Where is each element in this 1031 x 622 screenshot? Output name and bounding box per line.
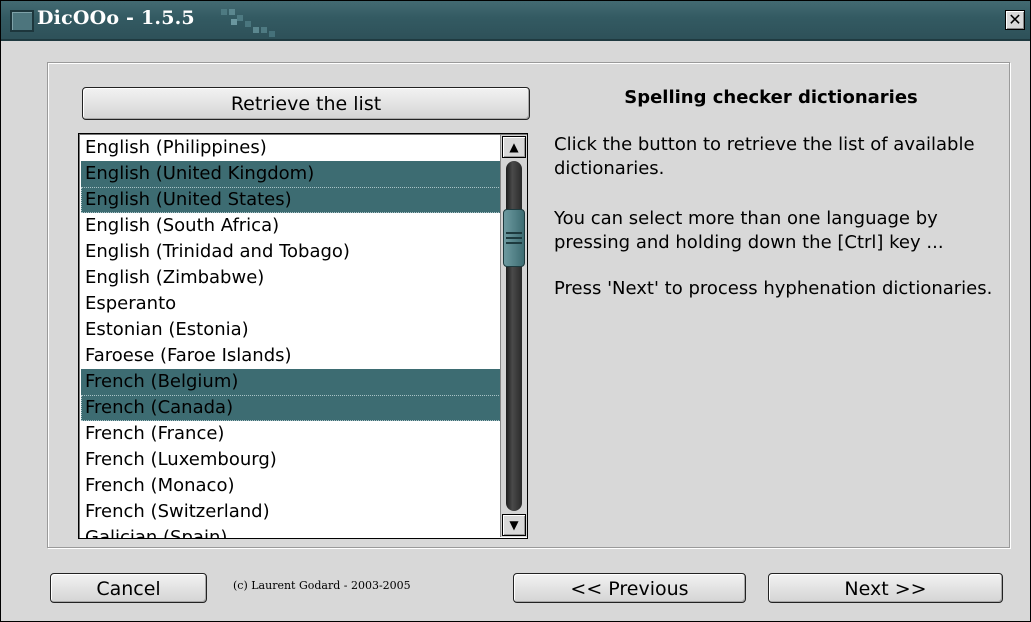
scroll-grip [506, 237, 522, 239]
list-item[interactable]: Estonian (Estonia) [81, 317, 501, 343]
list-item[interactable]: English (South Africa) [81, 213, 501, 239]
scroll-down-button[interactable]: ▼ [502, 514, 526, 536]
retrieve-list-button[interactable]: Retrieve the list [82, 87, 530, 120]
cancel-button[interactable]: Cancel [50, 573, 207, 603]
title-bar[interactable]: DicOOo - 1.5.5 ✕ [1, 1, 1030, 41]
scroll-grip [506, 242, 522, 244]
instruction-text: Press 'Next' to process hyphenation dict… [554, 278, 993, 299]
next-button[interactable]: Next >> [768, 573, 1003, 603]
close-button[interactable]: ✕ [1005, 10, 1025, 30]
window-menu-icon[interactable] [10, 10, 34, 32]
language-listbox[interactable]: English (Philippines) English (United Kin… [78, 133, 528, 539]
instruction-text: Click the button to retrieve the list of… [554, 134, 975, 179]
list-item[interactable]: French (Monaco) [81, 473, 501, 499]
window-title: DicOOo - 1.5.5 [37, 7, 195, 29]
list-item[interactable]: English (United States) [81, 187, 501, 213]
list-item[interactable]: English (United Kingdom) [81, 161, 501, 187]
previous-button[interactable]: << Previous [513, 573, 746, 603]
dicooo-window: DicOOo - 1.5.5 ✕ Retrieve the list Engli… [0, 0, 1031, 622]
list-item[interactable]: French (France) [81, 421, 501, 447]
list-item[interactable]: French (Canada) [81, 395, 501, 421]
language-list: English (Philippines) English (United Kin… [81, 135, 501, 538]
instruction-text: You can select more than one language by… [554, 208, 944, 253]
list-item[interactable]: Esperanto [81, 291, 501, 317]
list-item[interactable]: French (Switzerland) [81, 499, 501, 525]
section-heading: Spelling checker dictionaries [624, 87, 918, 108]
scroll-up-button[interactable]: ▲ [502, 136, 526, 158]
list-item[interactable]: Faroese (Faroe Islands) [81, 343, 501, 369]
scroll-grip [506, 232, 522, 234]
copyright-text: (c) Laurent Godard - 2003-2005 [233, 579, 411, 592]
list-item[interactable]: English (Philippines) [81, 135, 501, 161]
scroll-thumb[interactable] [503, 209, 525, 267]
list-item[interactable]: French (Luxembourg) [81, 447, 501, 473]
list-item[interactable]: English (Trinidad and Tobago) [81, 239, 501, 265]
pixel-decoration-icon [221, 9, 275, 37]
list-scrollbar[interactable]: ▲ ▼ [500, 135, 527, 537]
list-item[interactable]: English (Zimbabwe) [81, 265, 501, 291]
list-item[interactable]: Galician (Spain) [81, 525, 501, 538]
list-item[interactable]: French (Belgium) [81, 369, 501, 395]
